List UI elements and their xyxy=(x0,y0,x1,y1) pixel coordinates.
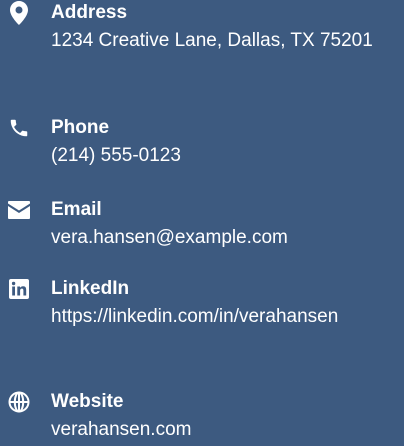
address-value: 1234 Creative Lane, Dallas, TX 75201 xyxy=(51,30,373,51)
phone-icon xyxy=(6,115,32,141)
linkedin-label: LinkedIn xyxy=(51,278,130,299)
phone-value[interactable]: (214) 555-0123 xyxy=(51,141,398,170)
contact-info-panel: Address 1234 Creative Lane, Dallas, TX 7… xyxy=(0,0,404,446)
linkedin-icon xyxy=(6,276,32,302)
email-label: Email xyxy=(51,199,102,220)
website-label: Website xyxy=(51,391,124,412)
website-value[interactable]: verahansen.com xyxy=(51,415,398,444)
address-label: Address xyxy=(51,2,128,23)
map-pin-icon xyxy=(6,0,32,26)
envelope-icon xyxy=(6,197,32,223)
globe-icon xyxy=(6,389,32,415)
linkedin-value[interactable]: https://linkedin.com/in/verahansen xyxy=(51,302,398,331)
email-value[interactable]: vera.hansen@example.com xyxy=(51,223,398,252)
phone-label: Phone xyxy=(51,117,110,138)
